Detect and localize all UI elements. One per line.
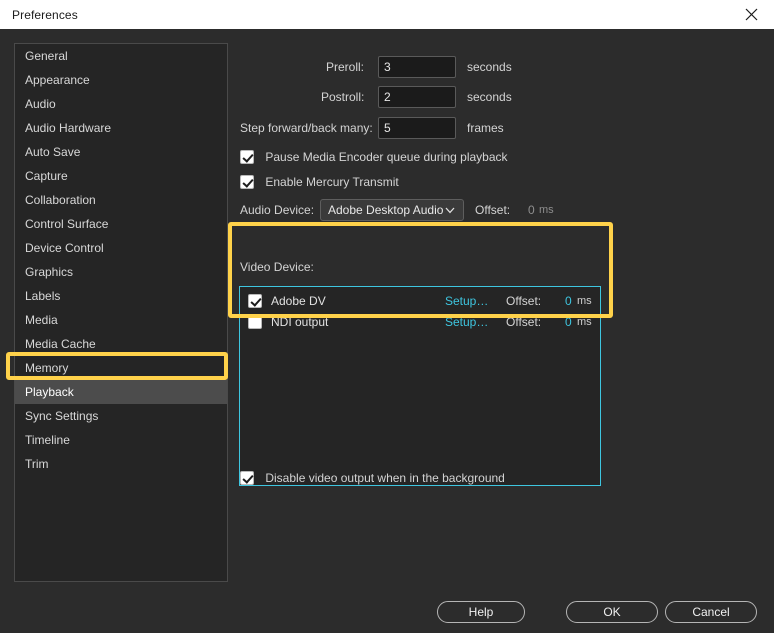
window-title: Preferences (12, 8, 78, 22)
sidebar-item-capture[interactable]: Capture (15, 164, 227, 188)
help-button[interactable]: Help (437, 601, 525, 623)
sidebar-item-memory[interactable]: Memory (15, 356, 227, 380)
pause-media-encoder-checkbox[interactable] (240, 149, 254, 164)
ndi-output-checkbox[interactable] (248, 315, 262, 329)
video-device-list[interactable]: Adobe DV Setup… Offset: 0 ms NDI output … (239, 286, 601, 486)
video-device-row-ndi-output[interactable]: NDI output Setup… Offset: 0 ms (240, 312, 600, 332)
enable-mercury-transmit-checkbox-row[interactable]: Enable Mercury Transmit (240, 169, 399, 193)
close-button[interactable] (728, 0, 774, 29)
sidebar-item-label: Audio Hardware (25, 121, 112, 135)
adobe-dv-label: Adobe DV (271, 294, 326, 308)
disable-video-output-label: Disable video output when in the backgro… (265, 470, 505, 485)
sidebar-item-label: Media (25, 313, 58, 327)
sidebar-item-appearance[interactable]: Appearance (15, 68, 227, 92)
close-icon (745, 8, 757, 21)
ndi-output-offset-label: Offset: (506, 315, 542, 329)
sidebar-item-device-control[interactable]: Device Control (15, 236, 227, 260)
ndi-output-label: NDI output (271, 315, 329, 329)
sidebar-item-labels[interactable]: Labels (15, 284, 227, 308)
step-unit: frames (467, 121, 504, 135)
sidebar-item-label: Sync Settings (25, 409, 99, 423)
sidebar-item-sync-settings[interactable]: Sync Settings (15, 404, 227, 428)
postroll-input[interactable] (378, 86, 456, 108)
postroll-row: Postroll: seconds (240, 85, 760, 109)
sidebar-item-label: Capture (25, 169, 68, 183)
audio-device-label: Audio Device: (240, 203, 315, 217)
video-device-row-adobe-dv[interactable]: Adobe DV Setup… Offset: 0 ms (240, 291, 600, 311)
ndi-output-setup-link[interactable]: Setup… (445, 312, 488, 332)
postroll-unit: seconds (467, 90, 512, 104)
adobe-dv-checkbox[interactable] (248, 294, 262, 308)
sidebar-item-label: Appearance (25, 73, 90, 87)
audio-device-value: Adobe Desktop Audio (328, 203, 444, 217)
sidebar-item-label: Timeline (25, 433, 70, 447)
sidebar-item-general[interactable]: General (15, 44, 227, 68)
disable-video-output-checkbox[interactable] (240, 470, 254, 485)
preferences-dialog-body: General Appearance Audio Audio Hardware … (0, 29, 774, 633)
adobe-dv-offset-label: Offset: (506, 294, 542, 308)
sidebar-item-playback[interactable]: Playback (15, 380, 227, 404)
sidebar-item-label: Media Cache (25, 337, 96, 351)
ok-button[interactable]: OK (566, 601, 658, 623)
ndi-output-offset-unit: ms (577, 316, 592, 328)
sidebar-item-media-cache[interactable]: Media Cache (15, 332, 227, 356)
sidebar-item-control-surface[interactable]: Control Surface (15, 212, 227, 236)
preroll-row: Preroll: seconds (240, 55, 760, 79)
postroll-label: Postroll: (321, 90, 365, 104)
sidebar-item-label: Playback (25, 385, 74, 399)
step-input[interactable] (378, 117, 456, 139)
sidebar-item-label: Collaboration (25, 193, 96, 207)
step-row: Step forward/back many: frames (240, 116, 760, 140)
sidebar-item-media[interactable]: Media (15, 308, 227, 332)
sidebar-item-label: Labels (25, 289, 61, 303)
enable-mercury-transmit-label: Enable Mercury Transmit (265, 174, 399, 189)
audio-offset-label: Offset: (475, 203, 511, 217)
sidebar-item-label: Device Control (25, 241, 104, 255)
sidebar-item-label: Trim (25, 457, 49, 471)
pause-media-encoder-checkbox-row[interactable]: Pause Media Encoder queue during playbac… (240, 144, 508, 168)
adobe-dv-setup-link[interactable]: Setup… (445, 291, 488, 311)
sidebar-item-timeline[interactable]: Timeline (15, 428, 227, 452)
cancel-button[interactable]: Cancel (665, 601, 757, 623)
preroll-label: Preroll: (326, 60, 365, 74)
title-bar: Preferences (0, 0, 774, 30)
video-device-label: Video Device: (240, 260, 314, 274)
chevron-down-icon (445, 200, 455, 220)
audio-device-select[interactable]: Adobe Desktop Audio (320, 199, 464, 221)
audio-offset-value: 0 (528, 203, 535, 217)
sidebar-item-label: Audio (25, 97, 56, 111)
sidebar-item-trim[interactable]: Trim (15, 452, 227, 476)
adobe-dv-offset-unit: ms (577, 295, 592, 307)
sidebar-item-audio-hardware[interactable]: Audio Hardware (15, 116, 227, 140)
audio-device-row: Audio Device: Adobe Desktop Audio Offset… (240, 198, 760, 222)
preroll-unit: seconds (467, 60, 512, 74)
sidebar-item-auto-save[interactable]: Auto Save (15, 140, 227, 164)
category-list[interactable]: General Appearance Audio Audio Hardware … (14, 43, 228, 582)
sidebar-item-label: Auto Save (25, 145, 81, 159)
sidebar-item-graphics[interactable]: Graphics (15, 260, 227, 284)
disable-video-output-checkbox-row[interactable]: Disable video output when in the backgro… (240, 465, 505, 489)
sidebar-item-label: General (25, 49, 68, 63)
pause-media-encoder-label: Pause Media Encoder queue during playbac… (265, 149, 508, 164)
preroll-input[interactable] (378, 56, 456, 78)
ndi-output-offset-value: 0 (565, 315, 572, 329)
audio-offset-unit: ms (539, 204, 554, 216)
sidebar-item-label: Control Surface (25, 217, 109, 231)
sidebar-item-collaboration[interactable]: Collaboration (15, 188, 227, 212)
sidebar-item-audio[interactable]: Audio (15, 92, 227, 116)
adobe-dv-offset-value: 0 (565, 294, 572, 308)
sidebar-item-label: Memory (25, 361, 69, 375)
enable-mercury-transmit-checkbox[interactable] (240, 174, 254, 189)
sidebar-item-label: Graphics (25, 265, 74, 279)
step-label: Step forward/back many: (240, 121, 373, 135)
